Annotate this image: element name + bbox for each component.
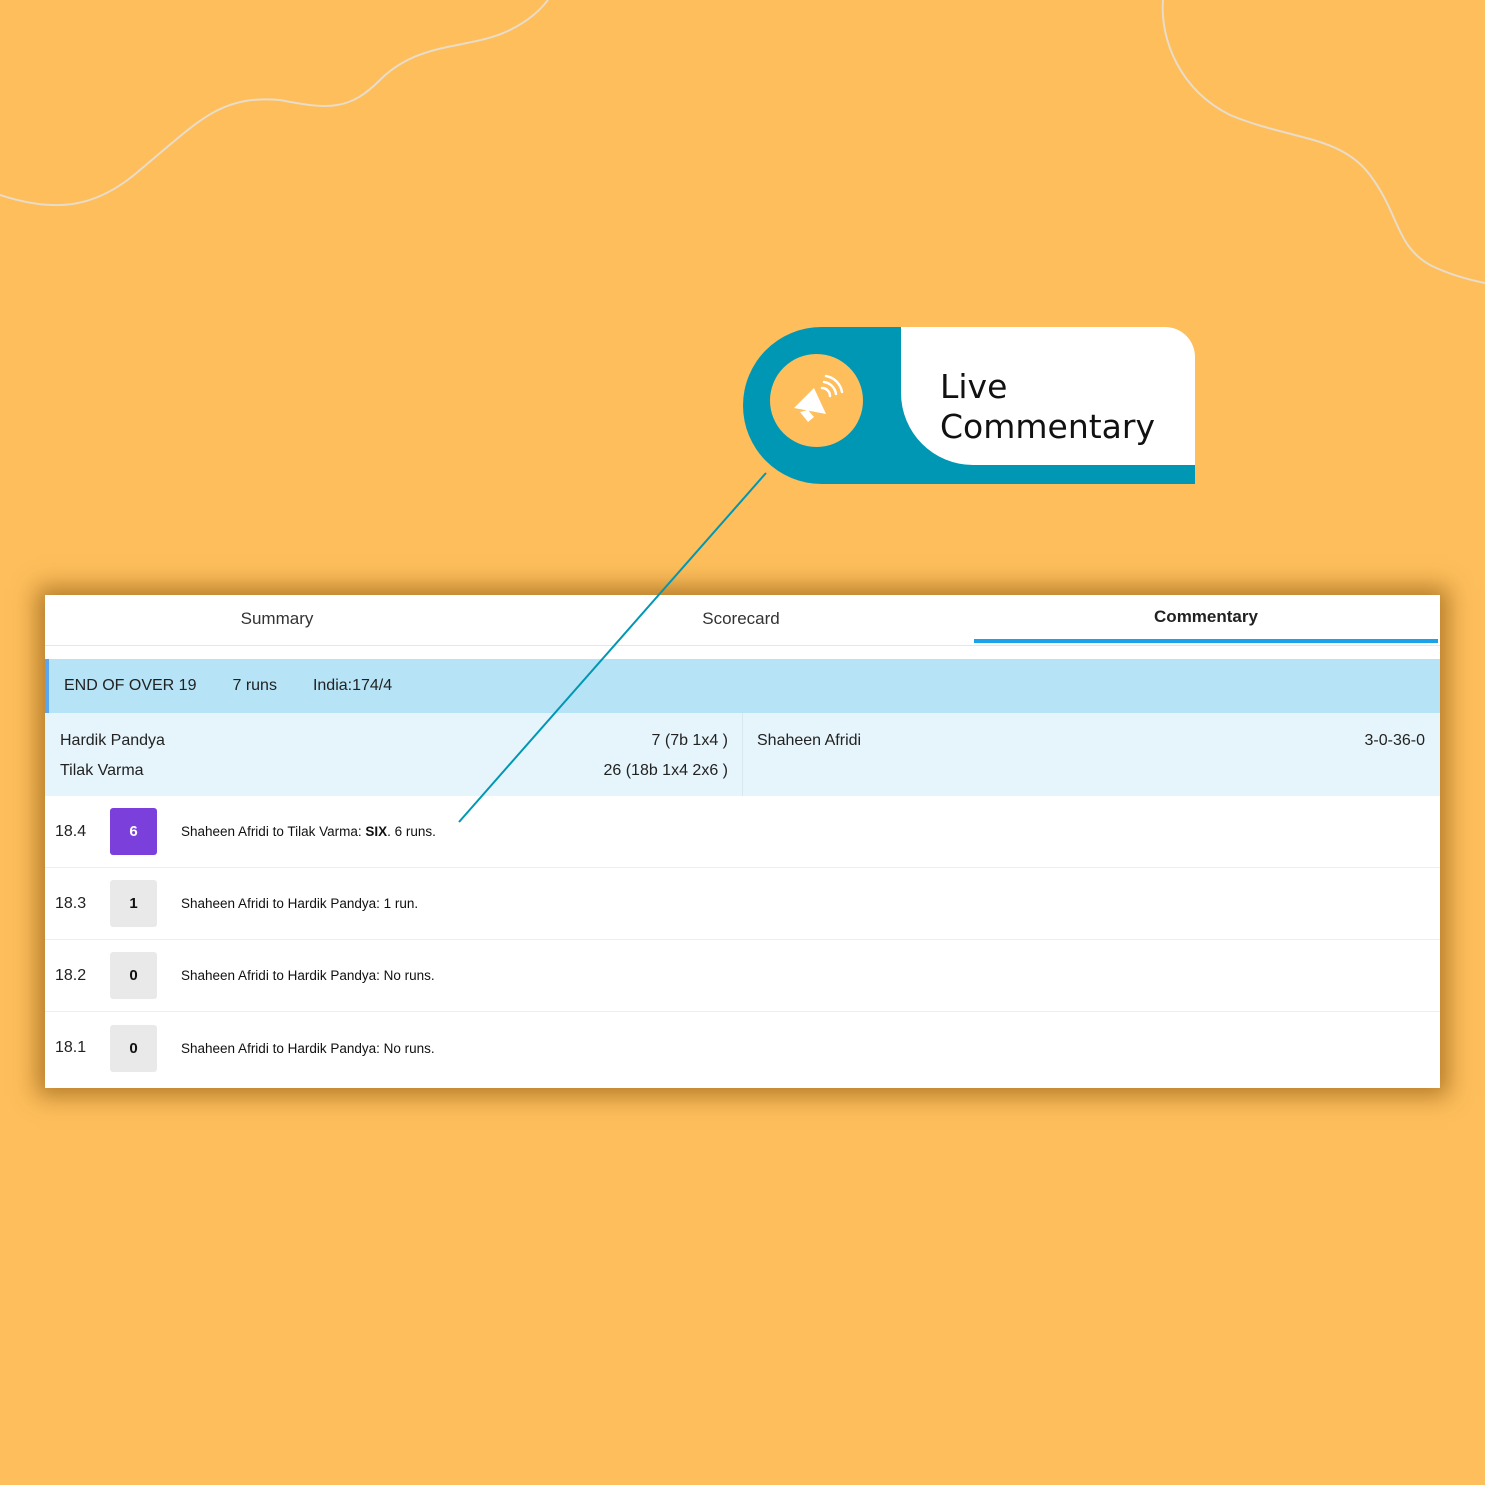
over-stats: Hardik Pandya 7 (7b 1x4 ) Tilak Varma 26… [45,713,1440,796]
callout-title-line1: Live [940,367,1008,406]
over-runs: 7 runs [232,677,277,694]
bowler-row: Shaheen Afridi 3-0-36-0 [757,732,1425,750]
bowler-column: Shaheen Afridi 3-0-36-0 [743,713,1440,796]
live-commentary-callout: Live Commentary [743,327,1195,484]
ball-result-badge: 1 [110,880,157,927]
callout-label-card: Live Commentary [901,327,1195,465]
ball-over-number: 18.2 [55,966,87,984]
batter-stats: 7 (7b 1x4 ) [651,732,728,749]
ball-over-number: 18.3 [55,894,87,912]
over-summary-header: END OF OVER 19 7 runs India:174/4 [45,659,1440,713]
tab-scorecard[interactable]: Scorecard [509,595,973,643]
ball-row: 18.3 1 Shaheen Afridi to Hardik Pandya: … [45,868,1440,940]
batter-stats: 26 (18b 1x4 2x6 ) [603,762,728,779]
batter-row: Hardik Pandya 7 (7b 1x4 ) [60,732,728,750]
commentary-panel: Summary Scorecard Commentary END OF OVER… [45,595,1440,1088]
ball-text-prefix: Shaheen Afridi to Tilak Varma: [181,824,366,839]
tab-commentary[interactable]: Commentary [974,595,1438,643]
ball-row: 18.4 6 Shaheen Afridi to Tilak Varma: SI… [45,796,1440,868]
team-score: India:174/4 [312,677,393,694]
over-title: END OF OVER 19 [64,677,197,694]
tab-bar: Summary Scorecard Commentary [45,595,1440,646]
ball-over-number: 18.1 [55,1039,87,1056]
ball-over-number: 18.4 [55,822,87,840]
megaphone-icon [770,354,863,447]
batter-row: Tilak Varma 26 (18b 1x4 2x6 ) [60,762,728,780]
ball-result-badge: 0 [110,1024,157,1072]
bowler-name[interactable]: Shaheen Afridi [757,732,861,750]
batter-name[interactable]: Tilak Varma [60,762,144,780]
bowler-figures: 3-0-36-0 [1364,732,1425,749]
batter-name[interactable]: Hardik Pandya [60,732,165,750]
ball-text-suffix: . 6 runs. [387,824,436,839]
ball-list: 18.4 6 Shaheen Afridi to Tilak Varma: SI… [45,796,1440,1084]
ball-commentary-text: Shaheen Afridi to Tilak Varma: SIX. 6 ru… [181,824,436,839]
ball-commentary-text: Shaheen Afridi to Hardik Pandya: 1 run. [181,896,419,911]
callout-title: Live Commentary [940,367,1180,447]
ball-commentary-text: Shaheen Afridi to Hardik Pandya: No runs… [181,1040,435,1056]
tab-summary[interactable]: Summary [45,595,509,643]
ball-result-badge: 0 [110,952,157,999]
ball-text-highlight: SIX [365,824,388,839]
batters-column: Hardik Pandya 7 (7b 1x4 ) Tilak Varma 26… [45,713,743,796]
ball-row: 18.1 0 Shaheen Afridi to Hardik Pandya: … [45,1012,1440,1084]
ball-row: 18.2 0 Shaheen Afridi to Hardik Pandya: … [45,940,1440,1012]
ball-commentary-text: Shaheen Afridi to Hardik Pandya: No runs… [181,968,435,983]
callout-title-line2: Commentary [940,407,1155,446]
ball-result-badge: 6 [110,808,157,855]
